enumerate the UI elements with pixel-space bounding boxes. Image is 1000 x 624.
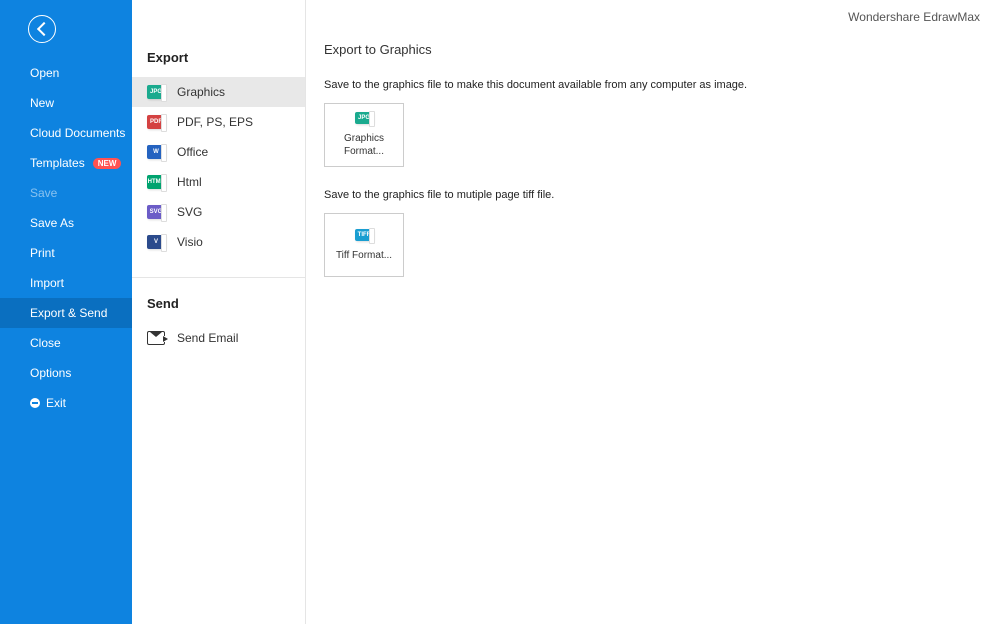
- email-icon: [147, 331, 165, 345]
- sidebar-label: New: [30, 96, 54, 110]
- format-item-office[interactable]: W Office: [132, 137, 305, 167]
- format-label: Graphics: [177, 85, 225, 99]
- format-item-visio[interactable]: V Visio: [132, 227, 305, 257]
- pdf-icon: PDF: [147, 115, 165, 129]
- content-desc-2: Save to the graphics file to mutiple pag…: [324, 189, 982, 201]
- content-desc-1: Save to the graphics file to make this d…: [324, 79, 982, 91]
- sidebar: Open New Cloud Documents Templates NEW S…: [0, 0, 132, 624]
- sidebar-item-cloud-documents[interactable]: Cloud Documents: [0, 118, 132, 148]
- sidebar-label: Cloud Documents: [30, 126, 125, 140]
- visio-icon: V: [147, 235, 165, 249]
- sidebar-item-close[interactable]: Close: [0, 328, 132, 358]
- sidebar-item-options[interactable]: Options: [0, 358, 132, 388]
- format-label: SVG: [177, 205, 202, 219]
- sidebar-label: Templates: [30, 156, 85, 170]
- box-label: Tiff Format...: [336, 249, 392, 262]
- box-label: Graphics Format...: [331, 132, 397, 158]
- middle-panel: Export JPG Graphics PDF PDF, PS, EPS W O…: [132, 0, 306, 624]
- sidebar-item-import[interactable]: Import: [0, 268, 132, 298]
- format-item-graphics[interactable]: JPG Graphics: [132, 77, 305, 107]
- format-label: Visio: [177, 235, 203, 249]
- sidebar-label: Import: [30, 276, 64, 290]
- word-icon: W: [147, 145, 165, 159]
- sidebar-label: Print: [30, 246, 55, 260]
- sidebar-label: Export & Send: [30, 306, 107, 320]
- format-label: Html: [177, 175, 202, 189]
- sidebar-label: Open: [30, 66, 59, 80]
- jpg-icon: JPG: [355, 112, 373, 124]
- send-label: Send Email: [177, 331, 238, 345]
- sidebar-label: Save: [30, 186, 57, 200]
- format-label: PDF, PS, EPS: [177, 115, 253, 129]
- graphics-format-box[interactable]: JPG Graphics Format...: [324, 103, 404, 167]
- divider: [132, 277, 305, 278]
- tiff-format-box[interactable]: TIFF Tiff Format...: [324, 213, 404, 277]
- svg-icon: SVG: [147, 205, 165, 219]
- sidebar-item-new[interactable]: New: [0, 88, 132, 118]
- sidebar-item-open[interactable]: Open: [0, 58, 132, 88]
- sidebar-item-print[interactable]: Print: [0, 238, 132, 268]
- exit-icon: [30, 398, 40, 408]
- format-item-svg[interactable]: SVG SVG: [132, 197, 305, 227]
- format-label: Office: [177, 145, 208, 159]
- tiff-icon: TIFF: [355, 229, 373, 241]
- back-arrow-icon: [36, 22, 50, 36]
- sidebar-item-save: Save: [0, 178, 132, 208]
- sidebar-item-export-send[interactable]: Export & Send: [0, 298, 132, 328]
- sidebar-label: Save As: [30, 216, 74, 230]
- format-item-pdf[interactable]: PDF PDF, PS, EPS: [132, 107, 305, 137]
- sidebar-item-templates[interactable]: Templates NEW: [0, 148, 132, 178]
- export-section-header: Export: [132, 42, 305, 77]
- jpg-icon: JPG: [147, 85, 165, 99]
- sidebar-label: Options: [30, 366, 71, 380]
- content-title: Export to Graphics: [324, 42, 982, 57]
- send-section-header: Send: [132, 288, 305, 323]
- sidebar-label: Close: [30, 336, 61, 350]
- send-email-item[interactable]: Send Email: [132, 323, 305, 353]
- back-button[interactable]: [28, 15, 56, 43]
- format-item-html[interactable]: HTML Html: [132, 167, 305, 197]
- html-icon: HTML: [147, 175, 165, 189]
- sidebar-item-exit[interactable]: Exit: [0, 388, 132, 418]
- content-panel: Export to Graphics Save to the graphics …: [306, 0, 1000, 624]
- sidebar-label: Exit: [46, 396, 66, 410]
- new-badge: NEW: [93, 158, 122, 169]
- sidebar-item-save-as[interactable]: Save As: [0, 208, 132, 238]
